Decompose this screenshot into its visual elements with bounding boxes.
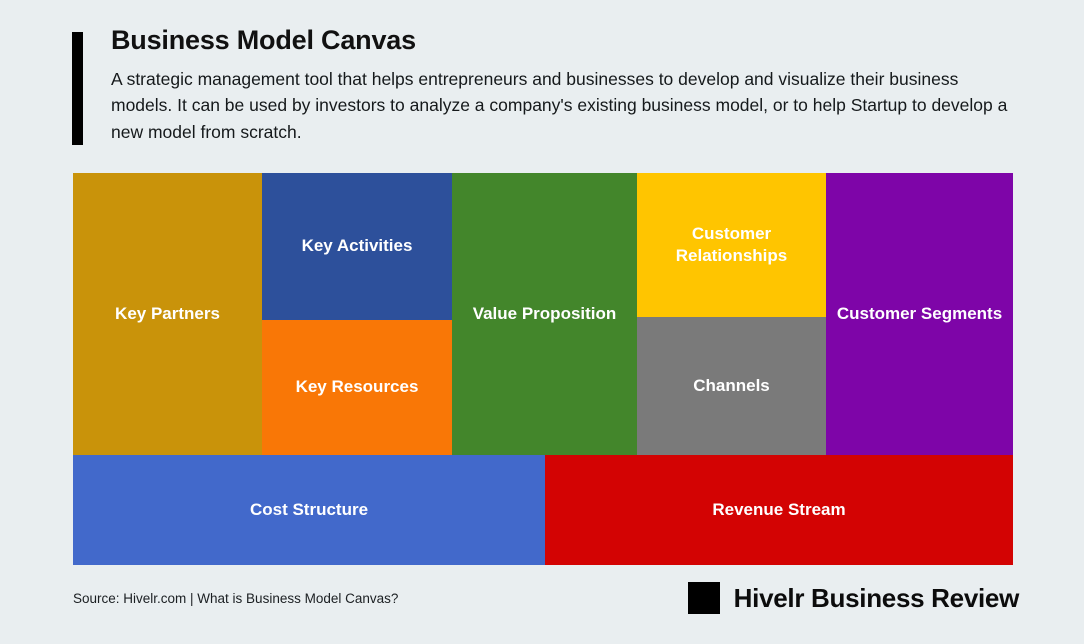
canvas-block-key-activities: Key Activities (262, 173, 452, 320)
brand-name: Hivelr Business Review (733, 582, 1020, 613)
page-title: Business Model Canvas (111, 25, 416, 55)
canvas-block-customer-relationships: Customer Relationships (637, 173, 826, 317)
canvas-block-key-activities-label: Key Activities (301, 236, 413, 256)
canvas-block-channels-label: Channels (693, 375, 770, 395)
brand-logo: Hivelr Business Review (687, 582, 1020, 614)
canvas-block-cost-structure: Cost Structure (73, 455, 545, 565)
footer: Source: Hivelr.com | What is Business Mo… (73, 582, 1019, 628)
source-attribution: Source: Hivelr.com | What is Business Mo… (73, 591, 399, 606)
canvas-block-key-resources: Key Resources (262, 320, 452, 455)
canvas-grid: Key Partners Key Activities Key Resource… (73, 173, 1013, 565)
canvas-block-customer-segments-label: Customer Segments (836, 303, 1003, 323)
canvas-block-revenue-stream-label: Revenue Stream (712, 499, 846, 519)
canvas-block-key-resources-label: Key Resources (295, 377, 419, 397)
square-logo-icon (687, 582, 720, 614)
canvas-block-channels: Channels (637, 317, 826, 455)
title-accent-bar (72, 32, 83, 145)
business-model-canvas-infographic: Business Model Canvas A strategic manage… (0, 0, 1084, 644)
canvas-block-value-proposition-label: Value Proposition (472, 303, 617, 323)
canvas-block-customer-segments: Customer Segments (826, 173, 1013, 455)
canvas-block-cost-structure-label: Cost Structure (249, 499, 369, 519)
header: Business Model Canvas A strategic manage… (72, 25, 1012, 145)
header-text-group: Business Model Canvas A strategic manage… (111, 25, 1012, 145)
canvas-block-key-partners-label: Key Partners (115, 303, 220, 323)
canvas-block-revenue-stream: Revenue Stream (545, 455, 1013, 565)
canvas-block-customer-relationships-label: Customer Relationships (675, 223, 788, 265)
canvas-block-key-partners: Key Partners (73, 173, 262, 455)
page-description: A strategic management tool that helps e… (111, 68, 1008, 142)
canvas-block-value-proposition: Value Proposition (452, 173, 637, 455)
